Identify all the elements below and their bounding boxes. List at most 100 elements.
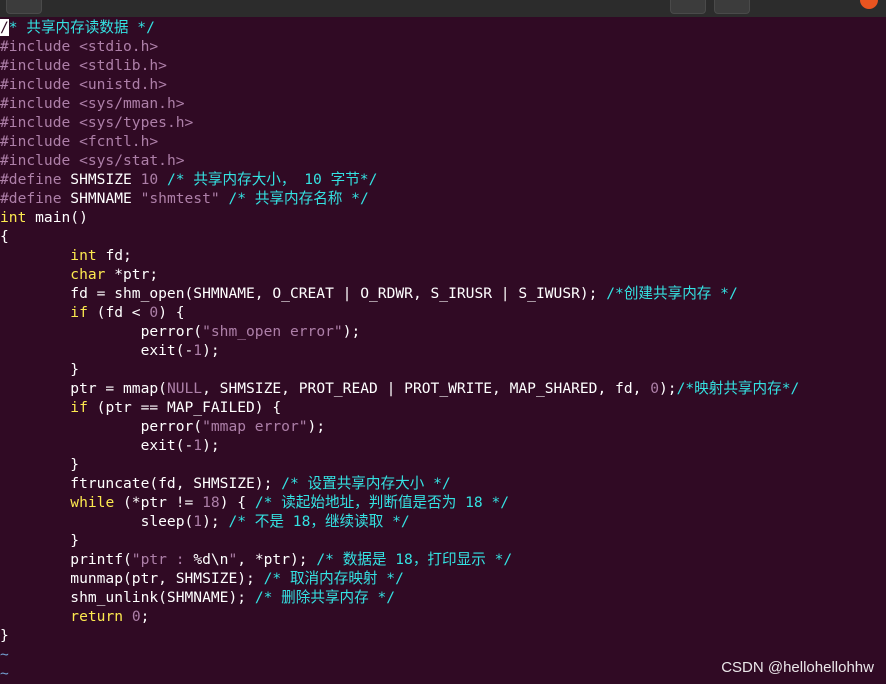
code-line[interactable]: ptr = mmap(NULL, SHMSIZE, PROT_READ | PR… bbox=[0, 379, 886, 398]
close-button[interactable] bbox=[860, 0, 878, 9]
code-token: ~ bbox=[0, 665, 9, 682]
code-token: #define bbox=[0, 190, 71, 207]
code-token: ); bbox=[342, 323, 361, 340]
code-line[interactable]: int fd; bbox=[0, 246, 886, 265]
code-line[interactable]: perror("shm_open error"); bbox=[0, 322, 886, 341]
code-token: munmap(ptr, SHMSIZE); bbox=[0, 570, 264, 587]
code-token: "shmtest" bbox=[140, 190, 220, 207]
code-line[interactable]: int main() bbox=[0, 208, 886, 227]
code-token: " bbox=[228, 551, 238, 568]
code-line[interactable]: char *ptr; bbox=[0, 265, 886, 284]
code-line[interactable]: #include <sys/types.h> bbox=[0, 113, 886, 132]
code-token: /* 数据是 18，打印显示 */ bbox=[316, 551, 513, 568]
code-token: 10 bbox=[140, 171, 159, 188]
code-line[interactable]: #include <stdlib.h> bbox=[0, 56, 886, 75]
code-token: fd = shm_open(SHMNAME, O_CREAT | O_RDWR,… bbox=[0, 285, 607, 302]
code-line[interactable]: #include <unistd.h> bbox=[0, 75, 886, 94]
code-token: (fd < bbox=[87, 304, 150, 321]
code-token: /*创建共享内存 */ bbox=[606, 285, 738, 302]
code-line[interactable]: munmap(ptr, SHMSIZE); /* 取消内存映射 */ bbox=[0, 569, 886, 588]
code-token: ; bbox=[140, 608, 150, 625]
code-token: return bbox=[70, 608, 124, 625]
code-line[interactable]: { bbox=[0, 227, 886, 246]
vim-editor-buffer[interactable]: /* 共享内存读数据 */#include <stdio.h> #include … bbox=[0, 18, 886, 683]
code-token: , SHMSIZE, PROT_READ | PROT_WRITE, MAP_S… bbox=[202, 380, 651, 397]
code-token: * 共享内存读数据 */ bbox=[8, 19, 155, 36]
code-token: *ptr; bbox=[105, 266, 159, 283]
code-line[interactable]: } bbox=[0, 626, 886, 645]
code-token: shm_unlink(SHMNAME); bbox=[0, 589, 255, 606]
code-token: #include bbox=[0, 95, 80, 112]
code-line[interactable]: shm_unlink(SHMNAME); /* 删除共享内存 */ bbox=[0, 588, 886, 607]
code-line[interactable]: /* 共享内存读数据 */ bbox=[0, 18, 886, 37]
code-line[interactable]: return 0; bbox=[0, 607, 886, 626]
code-line[interactable]: exit(-1); bbox=[0, 436, 886, 455]
code-line[interactable]: perror("mmap error"); bbox=[0, 417, 886, 436]
code-line[interactable]: #include <stdio.h> bbox=[0, 37, 886, 56]
code-token: /* 设置共享内存大小 */ bbox=[281, 475, 451, 492]
code-token: /* 取消内存映射 */ bbox=[263, 570, 404, 587]
code-token: if bbox=[70, 304, 88, 321]
code-line[interactable]: #define SHMNAME "shmtest" /* 共享内存名称 */ bbox=[0, 189, 886, 208]
code-token: 0 bbox=[149, 304, 159, 321]
code-token: ) { bbox=[219, 494, 255, 511]
code-token: ptr = mmap( bbox=[0, 380, 167, 397]
code-token: 1 bbox=[193, 342, 203, 359]
code-token: "mmap error" bbox=[202, 418, 308, 435]
code-token: char bbox=[70, 266, 106, 283]
code-token: ); bbox=[202, 342, 220, 359]
code-line[interactable]: #include <sys/stat.h> bbox=[0, 151, 886, 170]
code-token: /* 共享内存大小， 10 字节*/ bbox=[158, 171, 378, 188]
code-token: <stdio.h> bbox=[79, 38, 159, 55]
code-line[interactable]: #include <fcntl.h> bbox=[0, 132, 886, 151]
code-token: fd; bbox=[96, 247, 132, 264]
code-token: exit(- bbox=[0, 342, 194, 359]
code-token: <unistd.h> bbox=[79, 76, 167, 93]
code-line[interactable]: if (fd < 0) { bbox=[0, 303, 886, 322]
code-token: 0 bbox=[131, 608, 141, 625]
code-token: <sys/mman.h> bbox=[79, 95, 185, 112]
code-line[interactable]: printf("ptr : %d\n", *ptr); /* 数据是 18，打印… bbox=[0, 550, 886, 569]
code-line[interactable]: while (*ptr != 18) { /* 读起始地址，判断值是否为 18 … bbox=[0, 493, 886, 512]
code-line[interactable]: } bbox=[0, 360, 886, 379]
code-line[interactable]: ftruncate(fd, SHMSIZE); /* 设置共享内存大小 */ bbox=[0, 474, 886, 493]
code-line[interactable]: } bbox=[0, 531, 886, 550]
code-token: perror( bbox=[0, 418, 203, 435]
code-token: /* 共享内存名称 */ bbox=[219, 190, 369, 207]
code-token: <fcntl.h> bbox=[79, 133, 159, 150]
code-token: SHMSIZE bbox=[70, 171, 141, 188]
titlebar-menu-button[interactable] bbox=[6, 0, 42, 14]
window-titlebar: · · · · · bbox=[0, 0, 886, 17]
code-line[interactable]: #include <sys/mman.h> bbox=[0, 94, 886, 113]
code-line[interactable]: exit(-1); bbox=[0, 341, 886, 360]
code-token: } bbox=[0, 361, 80, 378]
code-token: 0 bbox=[650, 380, 659, 397]
code-token: if bbox=[70, 399, 88, 416]
text-cursor: / bbox=[0, 19, 9, 36]
code-token: <sys/types.h> bbox=[79, 114, 194, 131]
code-token: #include bbox=[0, 38, 80, 55]
code-token: while bbox=[70, 494, 115, 511]
code-line[interactable]: } bbox=[0, 455, 886, 474]
minimize-button[interactable] bbox=[670, 0, 706, 14]
code-line[interactable]: #define SHMSIZE 10 /* 共享内存大小， 10 字节*/ bbox=[0, 170, 886, 189]
code-token: "ptr : bbox=[131, 551, 194, 568]
code-token: } bbox=[0, 532, 80, 549]
code-line[interactable]: if (ptr == MAP_FAILED) { bbox=[0, 398, 886, 417]
csdn-watermark: CSDN @hellohellohhw bbox=[721, 659, 874, 676]
code-token: { bbox=[0, 228, 9, 245]
code-line[interactable]: fd = shm_open(SHMNAME, O_CREAT | O_RDWR,… bbox=[0, 284, 886, 303]
code-token: ~ bbox=[0, 646, 9, 663]
code-token: #define bbox=[0, 171, 71, 188]
code-token: ); bbox=[202, 437, 220, 454]
maximize-button[interactable] bbox=[714, 0, 750, 14]
code-token: int bbox=[0, 209, 27, 226]
code-line[interactable]: sleep(1); /* 不是 18，继续读取 */ bbox=[0, 512, 886, 531]
code-token: } bbox=[0, 456, 80, 473]
code-token: 18 bbox=[202, 494, 220, 511]
